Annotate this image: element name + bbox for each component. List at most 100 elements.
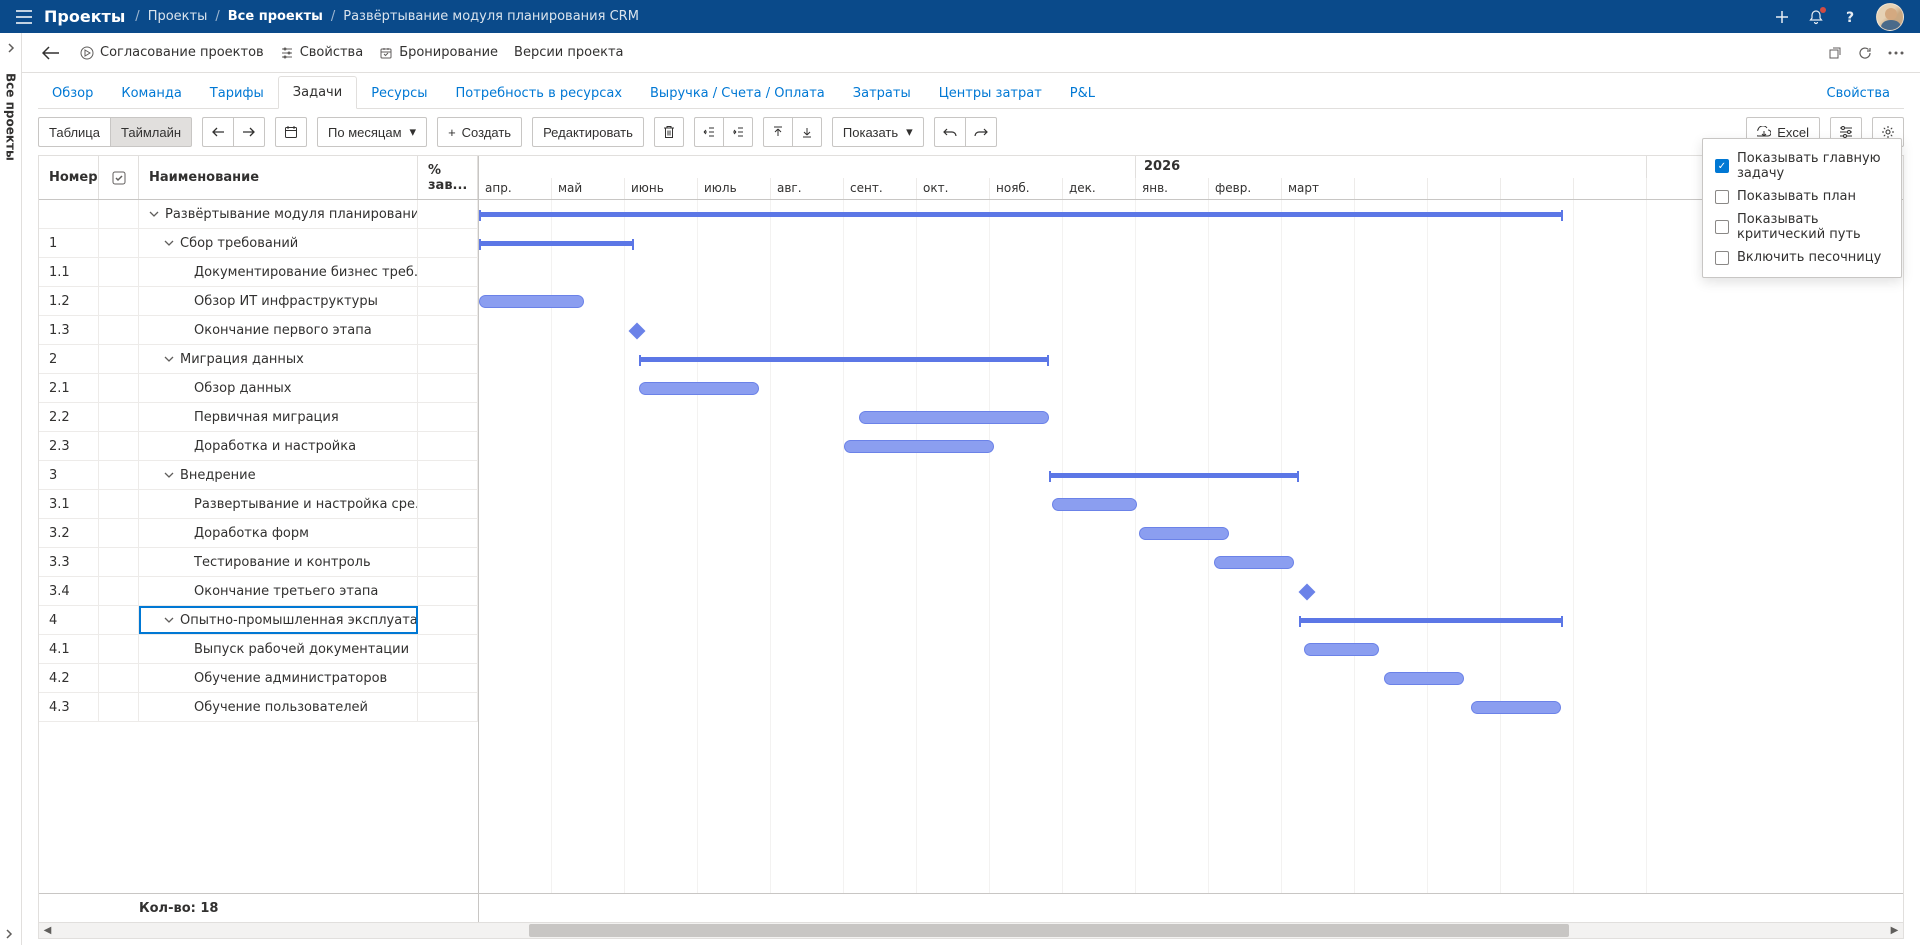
help-icon[interactable]: ? (1842, 9, 1858, 25)
task-row[interactable]: 1Сбор требований (39, 229, 478, 258)
props-action[interactable]: Свойства (280, 45, 364, 60)
task-bar[interactable] (1471, 701, 1561, 714)
summary-bar[interactable] (1299, 618, 1563, 623)
task-row[interactable]: 3.3Тестирование и контроль (39, 548, 478, 577)
view-timeline-button[interactable]: Таймлайн (110, 117, 192, 147)
nav-prev-button[interactable] (202, 117, 233, 147)
scale-dropdown[interactable]: По месяцам▾ (317, 117, 427, 147)
versions-action[interactable]: Версии проекта (514, 45, 623, 60)
scroll-left-icon[interactable]: ◀ (39, 923, 56, 938)
back-button[interactable] (38, 42, 64, 64)
edit-button[interactable]: Редактировать (532, 117, 644, 147)
task-row[interactable]: 1.1Документирование бизнес треб... (39, 258, 478, 287)
col-check[interactable] (99, 156, 139, 199)
calendar-button[interactable] (275, 117, 307, 147)
show-dropdown[interactable]: Показать▾ (832, 117, 924, 147)
expand-rail-icon[interactable] (6, 43, 16, 53)
task-row[interactable]: 2.1Обзор данных (39, 374, 478, 403)
horizontal-scrollbar[interactable]: ◀ ▶ (38, 922, 1904, 939)
crumb-all[interactable]: Все проекты (222, 9, 329, 24)
new-window-icon[interactable] (1828, 46, 1842, 60)
opt-critical[interactable]: Показывать критический путь (1715, 208, 1889, 246)
col-name[interactable]: Наименование (139, 156, 418, 199)
task-row[interactable]: 4.3Обучение пользователей (39, 693, 478, 722)
task-row[interactable]: 2Миграция данных (39, 345, 478, 374)
move-up-button[interactable] (763, 117, 792, 147)
move-down-button[interactable] (792, 117, 822, 147)
task-bar[interactable] (1052, 498, 1137, 511)
task-bar[interactable] (639, 382, 759, 395)
task-row[interactable]: 1.2Обзор ИТ инфраструктуры (39, 287, 478, 316)
opt-main-task[interactable]: ✓Показывать главную задачу (1715, 147, 1889, 185)
expand-icon[interactable] (164, 238, 174, 248)
tab-team[interactable]: Команда (107, 78, 195, 109)
redo-button[interactable] (965, 117, 997, 147)
tab-cost-centers[interactable]: Центры затрат (925, 78, 1056, 109)
milestone[interactable] (629, 323, 646, 340)
indent-button[interactable] (723, 117, 753, 147)
tab-revenue[interactable]: Выручка / Счета / Оплата (636, 78, 839, 109)
expand-icon[interactable] (164, 354, 174, 364)
summary-bar[interactable] (479, 212, 1563, 217)
task-bar[interactable] (1214, 556, 1294, 569)
milestone[interactable] (1299, 584, 1316, 601)
task-row[interactable]: Развёртывание модуля планирования... (39, 200, 478, 229)
bell-icon[interactable] (1808, 9, 1824, 25)
tab-resources[interactable]: Ресурсы (357, 78, 441, 109)
task-bar[interactable] (1384, 672, 1464, 685)
task-row[interactable]: 2.3Доработка и настройка (39, 432, 478, 461)
expand-bottom-icon[interactable] (4, 929, 14, 939)
outdent-button[interactable] (694, 117, 723, 147)
task-row[interactable]: 3.1Развертывание и настройка сре... (39, 490, 478, 519)
rail-label[interactable]: Все проекты (4, 73, 18, 161)
scroll-thumb[interactable] (529, 924, 1569, 937)
task-bar[interactable] (844, 440, 994, 453)
tab-demand[interactable]: Потребность в ресурсах (442, 78, 636, 109)
avatar[interactable] (1876, 3, 1904, 31)
create-button[interactable]: +Создать (437, 117, 522, 147)
task-row[interactable]: 3.2Доработка форм (39, 519, 478, 548)
task-row[interactable]: 3.4Окончание третьего этапа (39, 577, 478, 606)
booking-action[interactable]: Бронирование (379, 45, 498, 60)
task-row[interactable]: 3Внедрение (39, 461, 478, 490)
summary-bar[interactable] (1049, 473, 1299, 478)
expand-icon[interactable] (164, 615, 174, 625)
task-row[interactable]: 4.2Обучение администраторов (39, 664, 478, 693)
add-icon[interactable] (1774, 9, 1790, 25)
tab-tasks[interactable]: Задачи (278, 76, 357, 109)
tab-rates[interactable]: Тарифы (196, 78, 278, 109)
more-icon[interactable] (1888, 51, 1904, 55)
delete-button[interactable] (654, 117, 684, 147)
summary-bar[interactable] (479, 241, 634, 246)
nav-next-button[interactable] (233, 117, 265, 147)
view-table-button[interactable]: Таблица (38, 117, 110, 147)
view-toggle: Таблица Таймлайн (38, 117, 192, 147)
task-row[interactable]: 1.3Окончание первого этапа (39, 316, 478, 345)
task-row[interactable]: 2.2Первичная миграция (39, 403, 478, 432)
undo-button[interactable] (934, 117, 965, 147)
summary-bar[interactable] (639, 357, 1049, 362)
task-bar[interactable] (859, 411, 1049, 424)
tab-costs[interactable]: Затраты (839, 78, 925, 109)
refresh-icon[interactable] (1858, 46, 1872, 60)
expand-icon[interactable] (164, 470, 174, 480)
tab-pnl[interactable]: P&L (1056, 78, 1109, 109)
task-row[interactable]: 4Опытно-промышленная эксплуата... (39, 606, 478, 635)
opt-sandbox[interactable]: Включить песочницу (1715, 246, 1889, 269)
gantt-chart: 2026 апр.майиюньиюльавг.сент.окт.нояб.де… (479, 156, 1903, 922)
opt-plan[interactable]: Показывать план (1715, 185, 1889, 208)
task-bar[interactable] (479, 295, 584, 308)
task-bar[interactable] (1304, 643, 1379, 656)
hamburger-icon[interactable] (16, 10, 32, 24)
expand-icon[interactable] (149, 209, 159, 219)
crumb-projects[interactable]: Проекты (142, 9, 214, 24)
col-pct[interactable]: % зав... (418, 156, 478, 199)
crumb-current[interactable]: Развёртывание модуля планирования CRM (337, 9, 645, 24)
tab-right-props[interactable]: Свойства (1813, 78, 1905, 109)
approve-action[interactable]: Согласование проектов (80, 45, 264, 60)
col-num[interactable]: Номер (39, 156, 99, 199)
tab-overview[interactable]: Обзор (38, 78, 107, 109)
task-bar[interactable] (1139, 527, 1229, 540)
task-row[interactable]: 4.1Выпуск рабочей документации (39, 635, 478, 664)
scroll-right-icon[interactable]: ▶ (1886, 923, 1903, 938)
